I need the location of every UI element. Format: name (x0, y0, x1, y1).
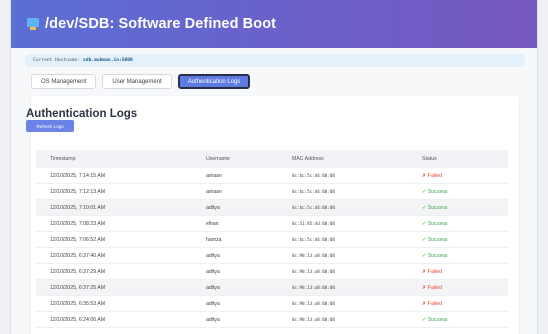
column-header-timestamp: Timestamp (50, 156, 76, 162)
cell-status: ✗ Failed (422, 284, 442, 291)
column-header-mac-address: MAC Address (292, 156, 324, 162)
cell-status: ✓ Success (422, 252, 448, 259)
cell-timestamp: 12/10/2025, 7:12:13 AM (50, 188, 106, 195)
table-row: 12/10/2025, 6:24:06 AM aditya 0c:98:13:a8:… (36, 312, 508, 328)
cell-mac-address: 0c:51:85:4d:00:00 (292, 221, 335, 226)
hostname-label: Current Hostname: (33, 58, 81, 63)
table-row: 12/10/2025, 6:35:53 AM aditya 0c:98:13:a8:… (36, 296, 508, 312)
hostname-value: sdb.mukman.in:5000 (83, 58, 133, 63)
column-header-status: Status (422, 156, 437, 162)
cell-timestamp: 12/10/2025, 6:35:53 AM (50, 300, 106, 307)
page-title: Authentication Logs (26, 108, 138, 120)
cell-timestamp: 12/10/2025, 6:24:06 AM (50, 316, 106, 323)
cell-timestamp: 12/10/2025, 7:08:23 AM (50, 220, 106, 227)
cell-status: ✗ Failed (422, 172, 442, 179)
cell-status: ✓ Success (422, 220, 448, 227)
auth-logs-table: Timestamp Username MAC Address Status 12… (36, 150, 508, 328)
table-row: 12/10/2025, 7:06:52 AM hamza 0c:bc:5c:d4:0… (36, 232, 508, 248)
cell-mac-address: 0c:bc:5c:d4:00:00 (292, 237, 335, 242)
cell-username: hamza (206, 236, 222, 243)
table-row: 12/10/2025, 6:37:29 AM aditya 0c:98:13:a8:… (36, 264, 508, 280)
cell-status: ✓ Success (422, 236, 448, 243)
cell-timestamp: 12/10/2025, 6:37:40 AM (50, 252, 106, 259)
column-header-username: Username (206, 156, 230, 162)
cell-status: ✓ Success (422, 204, 448, 211)
cell-username: amaan (206, 172, 222, 179)
table-row: 12/10/2025, 7:12:13 AM amaan 0c:bc:5c:d4:0… (36, 184, 508, 200)
hostname-bar: Current Hostname: sdb.mukman.in:5000 (25, 54, 525, 67)
cell-mac-address: 0c:98:13:a8:00:00 (292, 317, 335, 322)
cell-timestamp: 12/10/2025, 6:37:25 AM (50, 284, 106, 291)
cell-timestamp: 12/10/2025, 6:37:29 AM (50, 268, 106, 275)
cell-timestamp: 12/10/2025, 7:10:01 AM (50, 204, 106, 211)
cell-mac-address: 0c:bc:5c:d4:00:00 (292, 189, 335, 194)
cell-mac-address: 0c:bc:5c:d4:00:00 (292, 205, 335, 210)
cell-username: elhan (206, 220, 219, 227)
cell-username: aditya (206, 300, 220, 307)
cell-status: ✓ Success (422, 188, 448, 195)
cell-mac-address: 0c:98:13:a8:00:00 (292, 301, 335, 306)
tab-os-management[interactable]: OS Management (31, 74, 97, 89)
cell-mac-address: 0c:98:13:a8:00:00 (292, 253, 335, 258)
cell-status: ✗ Failed (422, 300, 442, 307)
cell-timestamp: 12/10/2025, 7:06:52 AM (50, 236, 106, 243)
refresh-logs-button[interactable]: Refresh Logs (26, 120, 74, 132)
tab-authentication-logs[interactable]: Authentication Logs (177, 74, 251, 89)
table-header: Timestamp Username MAC Address Status (36, 150, 508, 168)
cell-mac-address: 0c:98:13:a8:00:00 (292, 269, 335, 274)
cell-username: aditya (206, 284, 220, 291)
tab-user-management[interactable]: User Management (102, 74, 172, 89)
cell-username: aditya (206, 204, 220, 211)
tab-bar: OS Management User Management Authentica… (31, 74, 256, 91)
cell-username: aditya (206, 268, 220, 275)
table-row: 12/10/2025, 7:14:15 AM amaan 0c:bc:5c:d4:0… (36, 168, 508, 184)
table-row: 12/10/2025, 6:37:25 AM aditya 0c:98:13:a8:… (36, 280, 508, 296)
table-row: 12/10/2025, 7:08:23 AM elhan 0c:51:85:4d:0… (36, 216, 508, 232)
cell-mac-address: 0c:98:13:a8:00:00 (292, 285, 335, 290)
cell-username: amaan (206, 188, 222, 195)
cell-username: aditya (206, 252, 220, 259)
cell-status: ✓ Success (422, 316, 448, 323)
table-row: 12/10/2025, 6:37:40 AM aditya 0c:98:13:a8:… (36, 248, 508, 264)
table-row: 12/10/2025, 7:10:01 AM aditya 0c:bc:5c:d4:… (36, 200, 508, 216)
cell-status: ✗ Failed (422, 268, 442, 275)
app-header: /dev/SDB: Software Defined Boot (11, 0, 537, 48)
app-title: /dev/SDB: Software Defined Boot (45, 16, 277, 32)
cell-mac-address: 0c:bc:5c:d4:00:00 (292, 173, 335, 178)
table-body: 12/10/2025, 7:14:15 AM amaan 0c:bc:5c:d4:0… (36, 168, 508, 328)
computer-monitor-icon (27, 17, 39, 31)
cell-timestamp: 12/10/2025, 7:14:15 AM (50, 172, 106, 179)
cell-username: aditya (206, 316, 220, 323)
